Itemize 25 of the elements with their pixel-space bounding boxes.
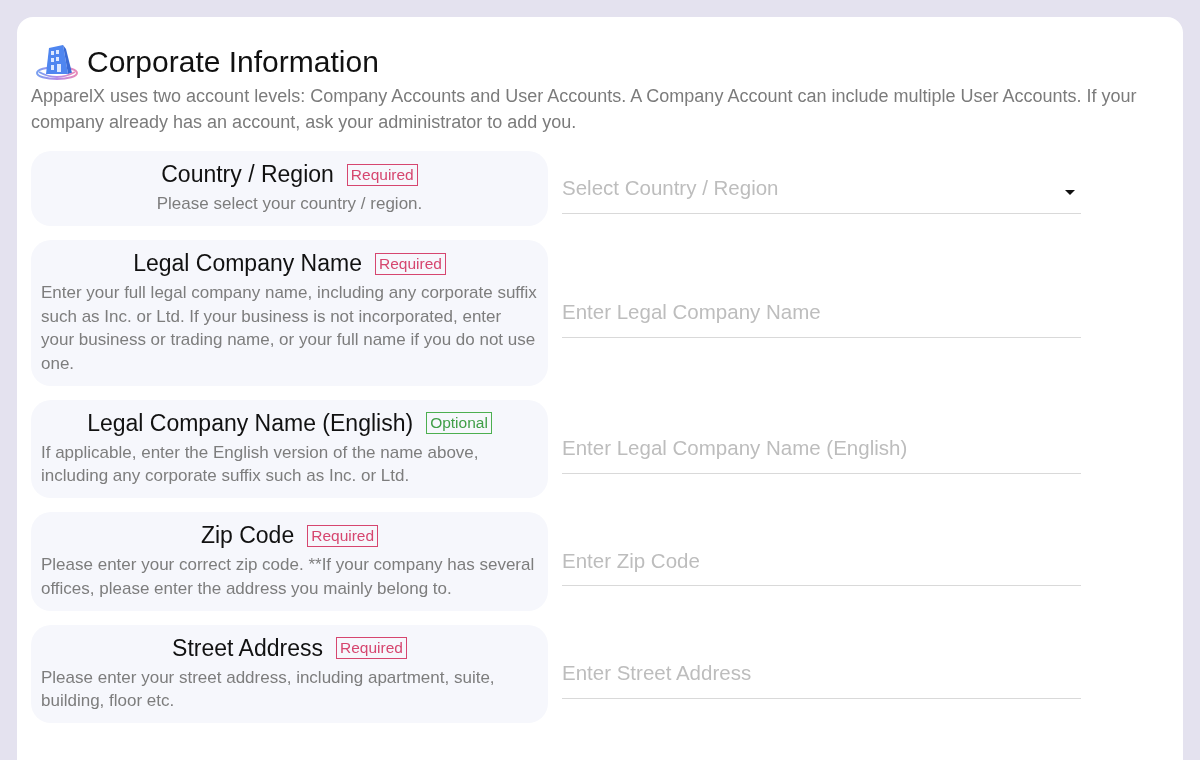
field-help-text: Please select your country / region. xyxy=(156,193,423,215)
field-label: Legal Company Name xyxy=(133,249,362,278)
field-help-text: Please enter your correct zip code. **If your company has several offices, please enter the address you mainly belong to. xyxy=(41,554,536,600)
section-title: Corporate Information xyxy=(87,44,379,80)
field-label: Legal Company Name (English) xyxy=(87,408,414,438)
field-label: Zip Code xyxy=(200,521,295,550)
text-input[interactable]: Enter Legal Company Name xyxy=(562,287,1081,338)
caret-icon xyxy=(1065,189,1075,195)
required-badge: Required xyxy=(335,637,407,659)
field-help-text: If applicable, enter the English version of the name above, including any corporate suffix such as Inc. or Ltd. xyxy=(41,441,480,487)
text-input[interactable]: Enter Legal Company Name (English) xyxy=(562,423,1081,474)
optional-badge: Optional xyxy=(426,412,492,434)
text-input[interactable]: Enter Street Address xyxy=(562,648,1081,699)
building-icon xyxy=(35,42,79,82)
field-help-text: Enter your full legal company name, including any corporate suffix such as Inc. or Ltd. If your business is not incorporated, enter your business or trading name, or your full name if you do not use one. xyxy=(41,282,538,375)
section-description: ApparelX uses two account levels: Company Accounts and User Accounts. A Company Account can include multiple User Accounts. If your company already has an account, ask your administrator to add you. xyxy=(31,85,1138,134)
required-badge: Required xyxy=(346,163,418,186)
dropdown-select[interactable]: Select Country / Region xyxy=(562,163,1081,214)
field-label: Street Address xyxy=(172,633,323,663)
required-badge: Required xyxy=(374,252,446,275)
field-help-text: Please enter your street address, including apartment, suite, building, floor etc. xyxy=(41,666,496,712)
field-label: Country / Region xyxy=(161,160,334,189)
select-placeholder: Select Country / Region xyxy=(562,174,779,201)
required-badge: Required xyxy=(307,524,379,547)
text-input[interactable]: Enter Zip Code xyxy=(562,536,1081,587)
